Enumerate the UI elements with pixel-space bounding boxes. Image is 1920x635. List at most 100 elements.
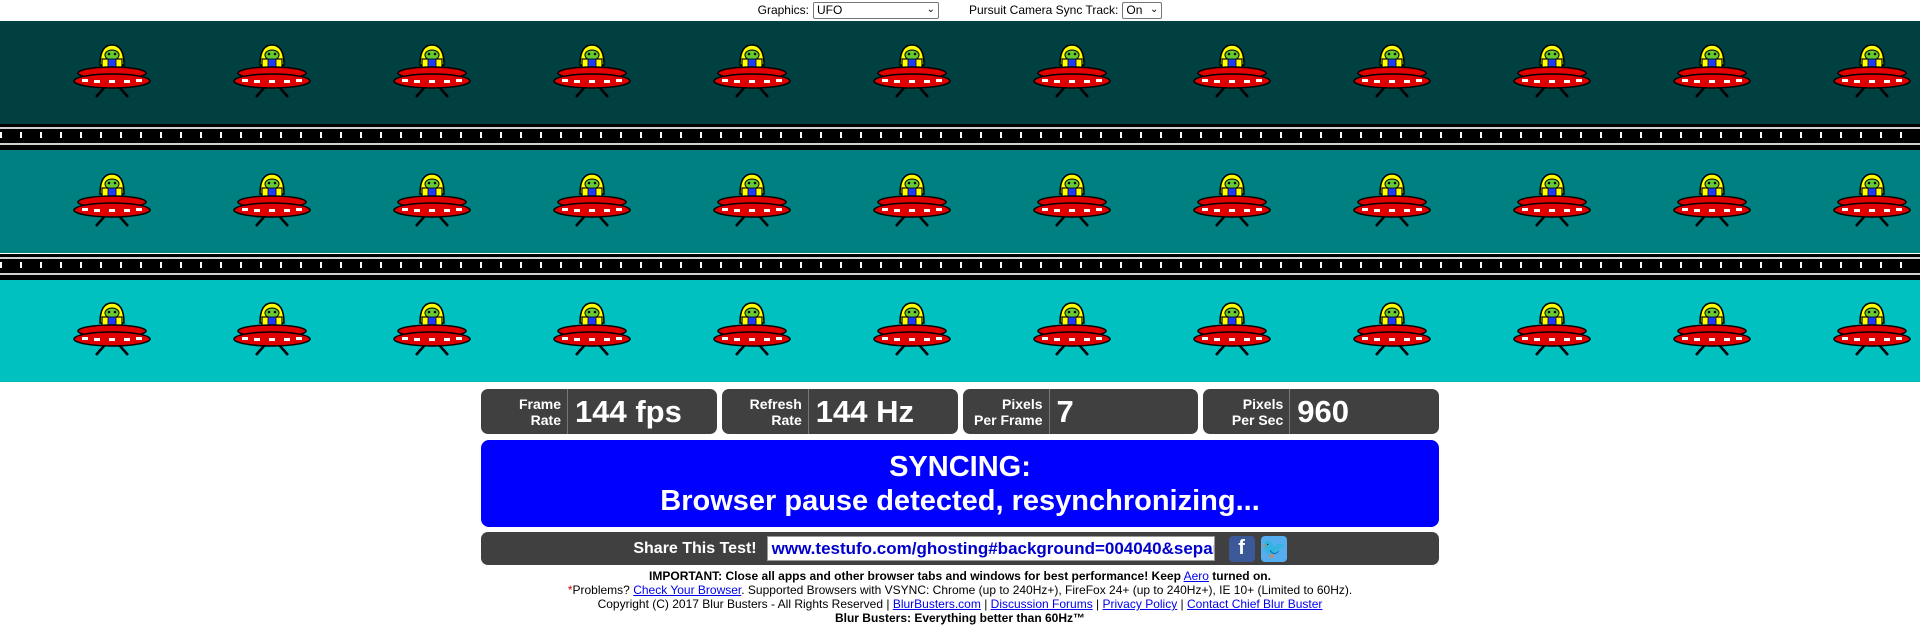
stats-bar: Frame Rate 144 fps Refresh Rate 144 Hz P… — [481, 389, 1439, 434]
ufo-sprite-icon — [1672, 39, 1752, 109]
blurbusters-link[interactable]: BlurBusters.com — [893, 597, 981, 611]
graphics-select-value: UFO — [816, 3, 843, 17]
ufo-sprite-icon — [1832, 39, 1912, 109]
ufo-sprite-icon — [552, 39, 632, 109]
stat-label-line: Pixels — [1242, 395, 1284, 412]
sync-track-2 — [0, 254, 1920, 280]
stat-pixels-per-frame: Pixels Per Frame 7 — [962, 389, 1199, 434]
browsers-text: . Supported Browsers with VSYNC: Chrome … — [741, 583, 1353, 597]
chevron-down-icon: ⌄ — [1149, 3, 1159, 15]
sync-status-box: SYNCING: Browser pause detected, resynch… — [481, 440, 1439, 527]
ufo-sprite-icon — [232, 39, 312, 109]
graphics-label: Graphics: — [757, 3, 809, 17]
share-bar: Share This Test! www.testufo.com/ghostin… — [481, 532, 1439, 565]
stat-pixels-per-sec: Pixels Per Sec 960 — [1203, 389, 1439, 434]
ufo-sprite-icon — [1832, 297, 1912, 367]
stat-label: Frame Rate — [481, 389, 568, 434]
ufo-lane-1 — [0, 21, 1920, 124]
problems-prefix: Problems? — [572, 583, 630, 597]
check-browser-link[interactable]: Check Your Browser — [633, 583, 741, 597]
ufo-sprite-icon — [72, 168, 152, 238]
stat-label-line: Frame — [518, 395, 561, 412]
ufo-sprite-icon — [1832, 168, 1912, 238]
stat-label: Pixels Per Sec — [1203, 389, 1291, 434]
ufo-sprite-icon — [1192, 297, 1272, 367]
sync-track-select[interactable]: On ⌄ — [1122, 1, 1163, 19]
ufo-sprite-icon — [392, 297, 472, 367]
sync-track-select-value: On — [1126, 3, 1143, 17]
twitter-icon[interactable]: 🐦 — [1260, 535, 1287, 562]
copyright-text: Copyright (C) 2017 Blur Busters - All Ri… — [597, 597, 890, 611]
footer-important-line: IMPORTANT: Close all apps and other brow… — [0, 569, 1920, 583]
stat-frame-rate: Frame Rate 144 fps — [481, 389, 717, 434]
footer: IMPORTANT: Close all apps and other brow… — [0, 569, 1920, 625]
stat-label-line: Rate — [530, 411, 561, 428]
sync-status-message: Browser pause detected, resynchronizing.… — [660, 485, 1260, 517]
ufo-sprite-icon — [392, 168, 472, 238]
stat-label: Refresh Rate — [722, 389, 809, 434]
frame-rate-value: 144 fps — [575, 393, 682, 429]
refresh-rate-value: 144 Hz — [815, 393, 914, 429]
stat-label-line: Refresh — [749, 395, 802, 412]
graphics-control: Graphics: UFO ⌄ — [757, 1, 939, 19]
sync-status-title: SYNCING: — [889, 451, 1031, 483]
ufo-sprite-icon — [1512, 297, 1592, 367]
social-links: f 🐦 — [1228, 535, 1287, 562]
ufo-sprite-icon — [72, 297, 152, 367]
ufo-lane-3 — [0, 280, 1920, 382]
stat-refresh-rate: Refresh Rate 144 Hz — [721, 389, 958, 434]
footer-tagline: Blur Busters: Everything better than 60H… — [0, 611, 1920, 625]
ufo-sprite-icon — [552, 297, 632, 367]
ufo-sprite-icon — [1192, 168, 1272, 238]
pixels-per-sec-value: 960 — [1297, 393, 1349, 429]
ufo-sprite-icon — [392, 39, 472, 109]
important-prefix: IMPORTANT: Close all apps and other brow… — [649, 569, 1181, 583]
share-url-field[interactable]: www.testufo.com/ghosting#background=0040… — [766, 536, 1215, 561]
ufo-sprite-icon — [232, 297, 312, 367]
separator: | — [1096, 597, 1100, 611]
ufo-sprite-icon — [232, 168, 312, 238]
separator: | — [984, 597, 988, 611]
ufo-sprite-icon — [712, 297, 792, 367]
ufo-sprite-icon — [1352, 297, 1432, 367]
sync-track-label: Pursuit Camera Sync Track: — [968, 3, 1119, 17]
ufo-sprite-icon — [872, 297, 952, 367]
stat-label-line: Per Sec — [1231, 411, 1284, 428]
ufo-sprite-icon — [712, 39, 792, 109]
ufo-sprite-icon — [1192, 39, 1272, 109]
graphics-select[interactable]: UFO ⌄ — [812, 1, 939, 19]
ufo-sprite-icon — [72, 39, 152, 109]
ufo-sprite-icon — [1032, 297, 1112, 367]
ufo-sprite-icon — [872, 168, 952, 238]
footer-copyright-line: Copyright (C) 2017 Blur Busters - All Ri… — [0, 597, 1920, 611]
ufo-sprite-icon — [1672, 168, 1752, 238]
top-controls: Graphics: UFO ⌄ Pursuit Camera Sync Trac… — [0, 0, 1920, 20]
chevron-down-icon: ⌄ — [926, 3, 935, 15]
tagline-text: Blur Busters: Everything better than 60H… — [834, 611, 1086, 625]
ufo-sprite-icon — [1672, 297, 1752, 367]
pixels-per-frame-value: 7 — [1056, 393, 1074, 429]
stat-label-line: Rate — [771, 411, 802, 428]
aero-link[interactable]: Aero — [1184, 569, 1209, 583]
ufo-sprite-icon — [1032, 168, 1112, 238]
stat-label: Pixels Per Frame — [963, 389, 1050, 434]
facebook-icon[interactable]: f — [1228, 535, 1255, 562]
ufo-sprite-icon — [712, 168, 792, 238]
contact-link[interactable]: Contact Chief Blur Buster — [1187, 597, 1322, 611]
share-label: Share This Test! — [633, 539, 757, 557]
sync-track-control: Pursuit Camera Sync Track: On ⌄ — [968, 1, 1163, 19]
sync-track-1 — [0, 124, 1920, 150]
stat-label-line: Pixels — [1002, 395, 1043, 412]
important-suffix: turned on. — [1212, 569, 1271, 583]
stat-label-line: Per Frame — [974, 411, 1043, 428]
ufo-sprite-icon — [1512, 39, 1592, 109]
privacy-link[interactable]: Privacy Policy — [1103, 597, 1178, 611]
forums-link[interactable]: Discussion Forums — [991, 597, 1093, 611]
ufo-sprite-icon — [872, 39, 952, 109]
footer-problems-line: *Problems? Check Your Browser. Supported… — [0, 583, 1920, 597]
ufo-lane-2 — [0, 150, 1920, 253]
ufo-sprite-icon — [1352, 39, 1432, 109]
ufo-sprite-icon — [1032, 39, 1112, 109]
separator: | — [1180, 597, 1184, 611]
ufo-sprite-icon — [1512, 168, 1592, 238]
